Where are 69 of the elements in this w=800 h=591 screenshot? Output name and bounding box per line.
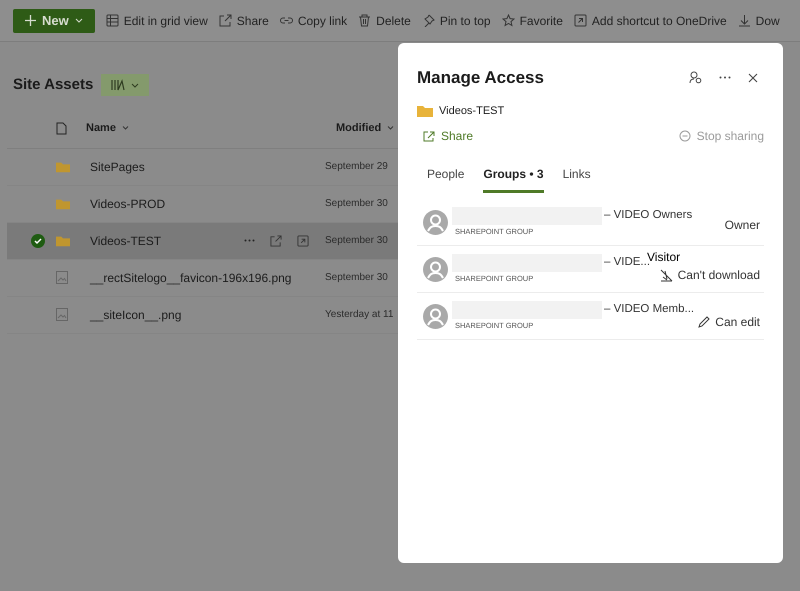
- tab[interactable]: People: [427, 165, 464, 193]
- toolbar-button[interactable]: Dow: [738, 12, 780, 30]
- file-name[interactable]: __siteIcon__.png: [90, 306, 182, 324]
- share-icon: [423, 130, 435, 142]
- avatar-icon: [423, 210, 448, 234]
- column-header[interactable]: Modified: [336, 120, 394, 136]
- checkmark-icon[interactable]: [30, 234, 44, 248]
- toolbar-button[interactable]: Delete: [358, 12, 411, 30]
- person-gear-icon[interactable]: [689, 71, 702, 84]
- permission-button[interactable]: Can edit: [698, 313, 764, 331]
- share-icon: [218, 14, 232, 27]
- toolbar-button[interactable]: Edit in grid view: [106, 12, 208, 30]
- folder-icon: [56, 160, 70, 172]
- toolbar-button[interactable]: Share: [218, 12, 269, 30]
- caret-icon: [74, 18, 83, 23]
- caret-icon: [122, 126, 129, 130]
- modified-date: September 30: [325, 234, 388, 248]
- modified-date: September 30: [325, 271, 388, 285]
- permission-button[interactable]: Can't download: [660, 266, 764, 284]
- group-name: – VIDEO Owners: [604, 208, 692, 223]
- folder-icon: [56, 234, 70, 246]
- view-switcher-button[interactable]: [101, 74, 150, 96]
- new-button[interactable]: New: [13, 8, 95, 32]
- library-icon: [111, 79, 126, 92]
- more-options-icon[interactable]: [719, 76, 731, 80]
- library-title: Site Assets: [13, 75, 94, 95]
- folder-icon: [56, 198, 70, 210]
- trash-icon: [358, 14, 372, 27]
- modified-date: Yesterday at 11: [325, 308, 394, 322]
- toolbar-button[interactable]: Pin to top: [422, 12, 491, 30]
- plus-icon: [25, 15, 36, 26]
- pin-icon: [422, 14, 435, 27]
- column-header[interactable]: Name: [86, 120, 336, 136]
- toolbar-button[interactable]: Copy link: [280, 12, 348, 30]
- folder-icon: [417, 104, 433, 117]
- stop-icon: [678, 130, 691, 142]
- avatar-icon: [423, 256, 448, 282]
- toolbar-button[interactable]: Favorite: [502, 12, 563, 30]
- no-download-icon: [660, 268, 673, 282]
- share-link[interactable]: Share: [417, 127, 474, 145]
- pencil-icon: [698, 316, 710, 328]
- panel-title: Manage Access: [417, 67, 544, 89]
- share-icon[interactable]: [270, 234, 282, 246]
- modified-date: September 29: [325, 160, 388, 174]
- grid-icon: [106, 14, 119, 27]
- modified-date: September 30: [325, 197, 388, 211]
- shortcut-icon: [574, 14, 587, 27]
- caret-icon: [387, 126, 394, 130]
- permission-button[interactable]: Owner: [724, 216, 764, 234]
- caret-icon: [131, 82, 140, 88]
- tab[interactable]: Groups • 3: [483, 165, 544, 193]
- annotation-label: Visitor: [647, 249, 680, 264]
- star-icon: [502, 14, 515, 27]
- tab[interactable]: Links: [562, 165, 591, 193]
- item-name: Videos-TEST: [439, 104, 504, 118]
- file-type-icon: [56, 122, 67, 134]
- image-file-icon: [56, 271, 68, 284]
- download-icon: [738, 14, 751, 27]
- shortcut-icon[interactable]: [297, 234, 309, 246]
- close-icon[interactable]: [748, 72, 758, 83]
- avatar-icon: [423, 304, 448, 328]
- file-row[interactable]: Videos-TEST September 30: [7, 222, 400, 260]
- image-file-icon: [56, 308, 68, 321]
- file-name[interactable]: __rectSitelogo__favicon-196x196.png: [90, 268, 292, 286]
- file-name[interactable]: Videos-TEST: [90, 232, 162, 250]
- file-name[interactable]: SitePages: [90, 158, 145, 176]
- group-name: – VIDEO Memb...: [604, 302, 694, 317]
- toolbar-button[interactable]: Add shortcut to OneDrive: [574, 12, 727, 30]
- file-name[interactable]: Videos-PROD: [90, 194, 166, 212]
